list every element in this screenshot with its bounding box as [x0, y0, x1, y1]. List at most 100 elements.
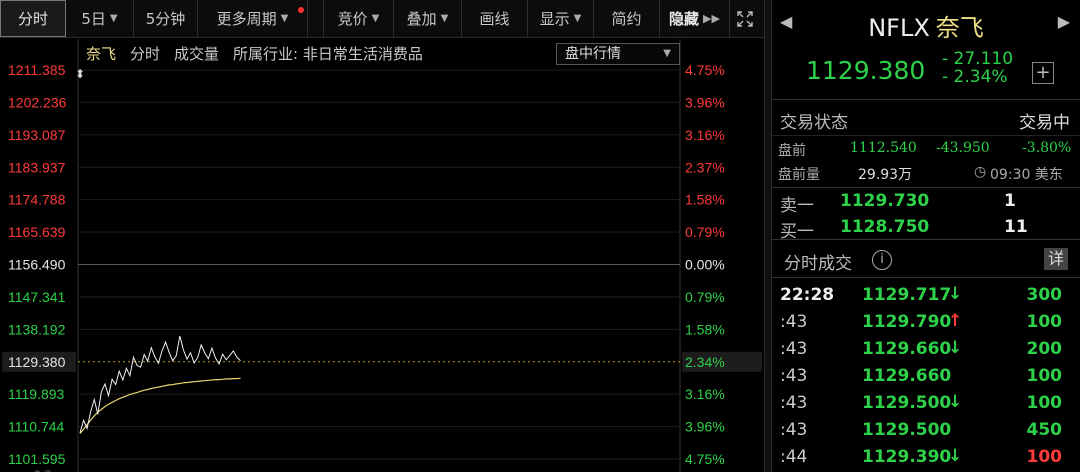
- toolbar-item-label: 分时: [17, 10, 48, 28]
- chevron-down-icon: ▼: [371, 13, 380, 24]
- chevron-down-icon: ▼: [109, 13, 118, 24]
- price-tick-label: 1183.937: [8, 159, 66, 175]
- intraday-chart: 1211.385 4.75% 1202.236 3.96% 1193.087 3.16% 1…: [0, 39, 764, 472]
- trade-price: 1129.790: [862, 312, 952, 332]
- trade-time: :43: [780, 312, 808, 332]
- price-tick-label: 1119.893: [8, 386, 65, 402]
- trade-time: :43: [780, 393, 808, 413]
- price-tick-label: 1138.192: [8, 321, 66, 337]
- toolbar-item-0[interactable]: 分时: [0, 0, 66, 37]
- toolbar-item-label: 5日: [81, 10, 106, 28]
- pct-tick-label: 0.00%: [685, 257, 725, 273]
- pct-tick-label: 4.75%: [685, 451, 725, 467]
- pct-tick-label: 3.16%: [685, 386, 725, 402]
- trade-time: :43: [780, 339, 808, 359]
- arrow-up-icon: ↑: [948, 311, 963, 331]
- quote-header: ◀ ▶ NFLX 奈飞 1129.380 - 27.110 - 2.34% +: [772, 0, 1080, 100]
- trade-time: :43: [780, 366, 808, 386]
- notification-dot-icon: [298, 7, 304, 13]
- chart-volume-label[interactable]: 成交量: [174, 43, 219, 64]
- trade-row: :43 1129.660 ↓ 200: [772, 336, 1080, 362]
- premarket-volume-label: 盘前量: [778, 167, 820, 183]
- trades-detail-button[interactable]: 详: [1044, 248, 1068, 270]
- price-change: - 27.110 - 2.34%: [942, 50, 1013, 86]
- trade-status-row: 交易状态 交易中: [772, 100, 1080, 136]
- pct-tick-label: 4.75%: [685, 62, 725, 78]
- toolbar-item-5[interactable]: 叠加 ▼: [394, 0, 462, 37]
- toolbar-item-3[interactable]: 更多周期 ▼: [198, 0, 308, 37]
- bid-label: 买一: [780, 222, 814, 242]
- toolbar-item-8[interactable]: 简约: [594, 0, 660, 37]
- price-chart-svg[interactable]: 1211.385 4.75% 1202.236 3.96% 1193.087 3.16% 1…: [0, 39, 764, 472]
- price-tick-label: 1202.236: [8, 94, 67, 110]
- trade-status-value: 交易中: [1019, 113, 1070, 133]
- bid-price: 1128.750: [840, 217, 930, 237]
- expand-icon[interactable]: [730, 0, 760, 37]
- bid-volume: 11: [1004, 217, 1028, 237]
- session-select[interactable]: 盘中行情 ▼: [556, 43, 680, 65]
- collapse-arrows-icon: ▶▶: [703, 12, 720, 25]
- trade-time: :44: [780, 447, 808, 467]
- toolbar-item-label: 叠加: [406, 10, 437, 28]
- trade-time: 22:28: [780, 285, 835, 305]
- price-tick-label: 1193.087: [8, 127, 66, 143]
- add-watchlist-button[interactable]: +: [1032, 62, 1054, 84]
- chevron-down-icon: ▼: [280, 13, 289, 24]
- trade-time: :43: [780, 420, 808, 440]
- toolbar-item-2[interactable]: 5分钟: [134, 0, 198, 37]
- pct-tick-label: 0.79%: [685, 289, 725, 305]
- panel-divider[interactable]: [764, 0, 772, 472]
- stock-symbol: NFLX: [868, 14, 930, 42]
- pct-tick-label: 3.96%: [685, 94, 725, 110]
- toolbar-item-7[interactable]: 显示 ▼: [528, 0, 594, 37]
- resize-handle-icon[interactable]: ⬍: [75, 67, 85, 81]
- trades-header: 分时成交 i 详: [772, 240, 1080, 278]
- arrow-down-icon: ↓: [948, 284, 963, 304]
- price-tick-label: 1147.341: [8, 289, 66, 305]
- toolbar-item-label: 更多周期: [216, 10, 277, 28]
- price-tick-label: 1129.380: [8, 354, 66, 370]
- ask-volume: 1: [1004, 191, 1016, 211]
- arrow-down-icon: ↓: [948, 392, 963, 412]
- toolbar-item-label: 简约: [611, 10, 642, 28]
- trades-list: 22:28 1129.717 ↓ 300:43 1129.790 ↑ 100:43 1129.…: [772, 278, 1080, 468]
- stock-title: NFLX 奈飞: [772, 8, 1080, 43]
- clock-time: 09:30 美东: [990, 167, 1063, 183]
- chart-header: 奈飞 分时 成交量 所属行业: 非日常生活消费品: [86, 43, 423, 64]
- trade-row: 22:28 1129.717 ↓ 300: [772, 282, 1080, 308]
- info-icon[interactable]: i: [872, 250, 892, 270]
- clock-icon: ◷: [974, 164, 987, 180]
- chart-mode-label: 分时: [130, 45, 161, 63]
- stock-name-cn: 奈飞: [935, 14, 984, 42]
- trade-price: 1129.660: [862, 366, 952, 386]
- trade-volume: 200: [1026, 339, 1063, 359]
- ask-row[interactable]: 卖一 1129.730 1: [772, 188, 1080, 216]
- plot-background: [78, 39, 680, 472]
- toolbar-item-6[interactable]: 画线: [462, 0, 528, 37]
- fullscreen-glyph: [737, 10, 753, 27]
- trade-volume: 450: [1026, 420, 1063, 440]
- bottom-tick-label: 2.7: [34, 468, 51, 472]
- premarket-change: -43.950: [936, 140, 990, 156]
- toolbar-item-9[interactable]: 隐藏 ▶▶: [660, 0, 730, 37]
- pct-tick-label: 2.34%: [685, 354, 725, 370]
- pct-tick-label: 1.58%: [685, 321, 725, 337]
- trade-volume: 100: [1026, 393, 1063, 413]
- trade-row: :43 1129.500 ↓ 100: [772, 390, 1080, 416]
- pct-tick-label: 3.96%: [685, 419, 725, 435]
- toolbar-item-1[interactable]: 5日 ▼: [66, 0, 134, 37]
- chevron-down-icon: ▼: [573, 13, 582, 24]
- trade-status-label: 交易状态: [780, 113, 848, 133]
- pct-tick-label: 3.16%: [685, 127, 725, 143]
- trade-price: 1129.390: [862, 447, 952, 467]
- toolbar-item-label: 5分钟: [145, 10, 186, 28]
- bid-row[interactable]: 买一 1128.750 11: [772, 214, 1080, 242]
- chevron-down-icon: ▼: [663, 48, 671, 59]
- toolbar-item-4[interactable]: 竞价 ▼: [324, 0, 394, 37]
- ask-label: 卖一: [780, 196, 814, 216]
- session-select-value: 盘中行情: [565, 46, 621, 62]
- order-book: 卖一 1129.730 1 买一 1128.750 11: [772, 188, 1080, 242]
- trade-price: 1129.717: [862, 285, 952, 305]
- trade-price: 1129.500: [862, 393, 952, 413]
- toolbar-item-label: 画线: [479, 10, 510, 28]
